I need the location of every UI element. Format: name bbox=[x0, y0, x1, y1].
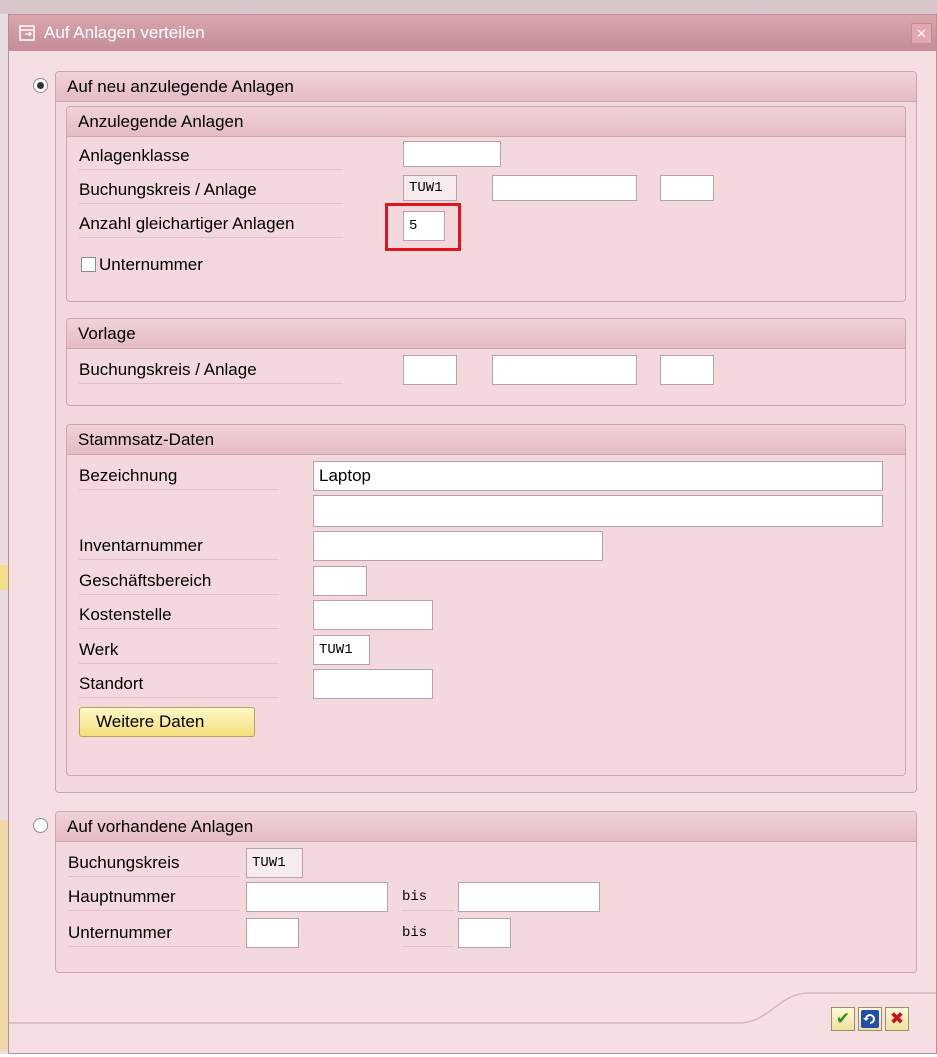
template-company-code-input[interactable] bbox=[403, 355, 457, 385]
group-existing-assets-header: Auf vorhandene Anlagen bbox=[56, 812, 916, 842]
group-template: Vorlage Buchungskreis / Anlage bbox=[66, 318, 906, 406]
template-asset-input[interactable] bbox=[492, 355, 637, 385]
sub-number-from-input[interactable] bbox=[246, 918, 299, 948]
dialog-title: Auf Anlagen verteilen bbox=[44, 23, 205, 42]
company-code-field: TUW1 bbox=[403, 175, 457, 201]
group-assets-to-create-title: Anzulegende Anlagen bbox=[78, 112, 244, 131]
close-icon[interactable]: ✕ bbox=[911, 23, 932, 44]
template-subnumber-input[interactable] bbox=[660, 355, 714, 385]
dialog-titlebar: Auf Anlagen verteilen ✕ bbox=[9, 15, 936, 51]
asset-class-input[interactable] bbox=[403, 141, 501, 167]
location-input[interactable] bbox=[313, 669, 433, 699]
background-strip-top bbox=[0, 0, 937, 14]
main-number-to-input[interactable] bbox=[458, 882, 600, 912]
location-label: Standort bbox=[79, 671, 279, 698]
asset-subnumber-input[interactable] bbox=[660, 175, 714, 201]
footer-separator bbox=[9, 992, 936, 1024]
check-icon[interactable]: ✔ bbox=[831, 1007, 855, 1031]
group-existing-assets-title: Auf vorhandene Anlagen bbox=[67, 817, 254, 836]
inventory-number-label: Inventarnummer bbox=[79, 533, 279, 560]
group-assets-to-create-header: Anzulegende Anlagen bbox=[67, 107, 905, 137]
plant-label: Werk bbox=[79, 637, 279, 664]
cancel-icon[interactable]: ✖ bbox=[885, 1007, 909, 1031]
cost-center-label: Kostenstelle bbox=[79, 602, 279, 629]
group-master-data-header: Stammsatz-Daten bbox=[67, 425, 905, 455]
group-new-assets-header: Auf neu anzulegende Anlagen bbox=[56, 72, 916, 102]
subnumber-checkbox-label: Unternummer bbox=[99, 255, 203, 274]
asset-number-input[interactable] bbox=[492, 175, 637, 201]
dialog-window-icon bbox=[19, 25, 35, 41]
group-template-title: Vorlage bbox=[78, 324, 136, 343]
plant-input[interactable]: TUW1 bbox=[313, 635, 370, 665]
group-master-data-title: Stammsatz-Daten bbox=[78, 430, 215, 449]
group-existing-assets: Auf vorhandene Anlagen Buchungskreis TUW… bbox=[55, 811, 917, 973]
similar-assets-count-label: Anzahl gleichartiger Anlagen bbox=[79, 211, 343, 238]
radio-new-assets[interactable] bbox=[33, 78, 48, 93]
group-assets-to-create: Anzulegende Anlagen Anlagenklasse Buchun… bbox=[66, 106, 906, 302]
inventory-number-input[interactable] bbox=[313, 531, 603, 561]
company-code-asset-label: Buchungskreis / Anlage bbox=[79, 177, 343, 204]
radio-existing-assets[interactable] bbox=[33, 818, 48, 833]
main-number-label: Hauptnummer bbox=[68, 884, 240, 911]
subnumber-checkbox[interactable] bbox=[81, 257, 96, 272]
asset-class-label: Anlagenklasse bbox=[79, 143, 343, 170]
description-label: Bezeichnung bbox=[79, 463, 279, 490]
existing-company-code-field: TUW1 bbox=[246, 848, 303, 878]
refresh-glyph bbox=[861, 1010, 879, 1028]
group-new-assets: Auf neu anzulegende Anlagen Anzulegende … bbox=[55, 71, 917, 793]
business-area-input[interactable] bbox=[313, 566, 367, 596]
group-new-assets-title: Auf neu anzulegende Anlagen bbox=[67, 77, 294, 96]
main-number-from-input[interactable] bbox=[246, 882, 388, 912]
sub-number-to-input[interactable] bbox=[458, 918, 511, 948]
sub-number-label: Unternummer bbox=[68, 920, 240, 947]
group-master-data: Stammsatz-Daten Bezeichnung Laptop Inven… bbox=[66, 424, 906, 776]
cost-center-input[interactable] bbox=[313, 600, 433, 630]
description-input[interactable]: Laptop bbox=[313, 461, 883, 491]
business-area-label: Geschäftsbereich bbox=[79, 568, 279, 595]
refresh-icon[interactable] bbox=[858, 1007, 882, 1031]
description-line2-input[interactable] bbox=[313, 495, 883, 527]
more-data-button[interactable]: Weitere Daten bbox=[79, 707, 255, 737]
main-number-bis-label: bis bbox=[402, 884, 454, 911]
sub-number-bis-label: bis bbox=[402, 920, 454, 947]
existing-company-code-label: Buchungskreis bbox=[68, 850, 240, 877]
template-company-code-label: Buchungskreis / Anlage bbox=[79, 357, 343, 384]
radio-new-assets-dot bbox=[37, 82, 44, 89]
group-template-header: Vorlage bbox=[67, 319, 905, 349]
distribute-assets-dialog: Auf Anlagen verteilen ✕ Auf neu anzulege… bbox=[8, 14, 937, 1054]
highlight-box bbox=[385, 203, 461, 251]
